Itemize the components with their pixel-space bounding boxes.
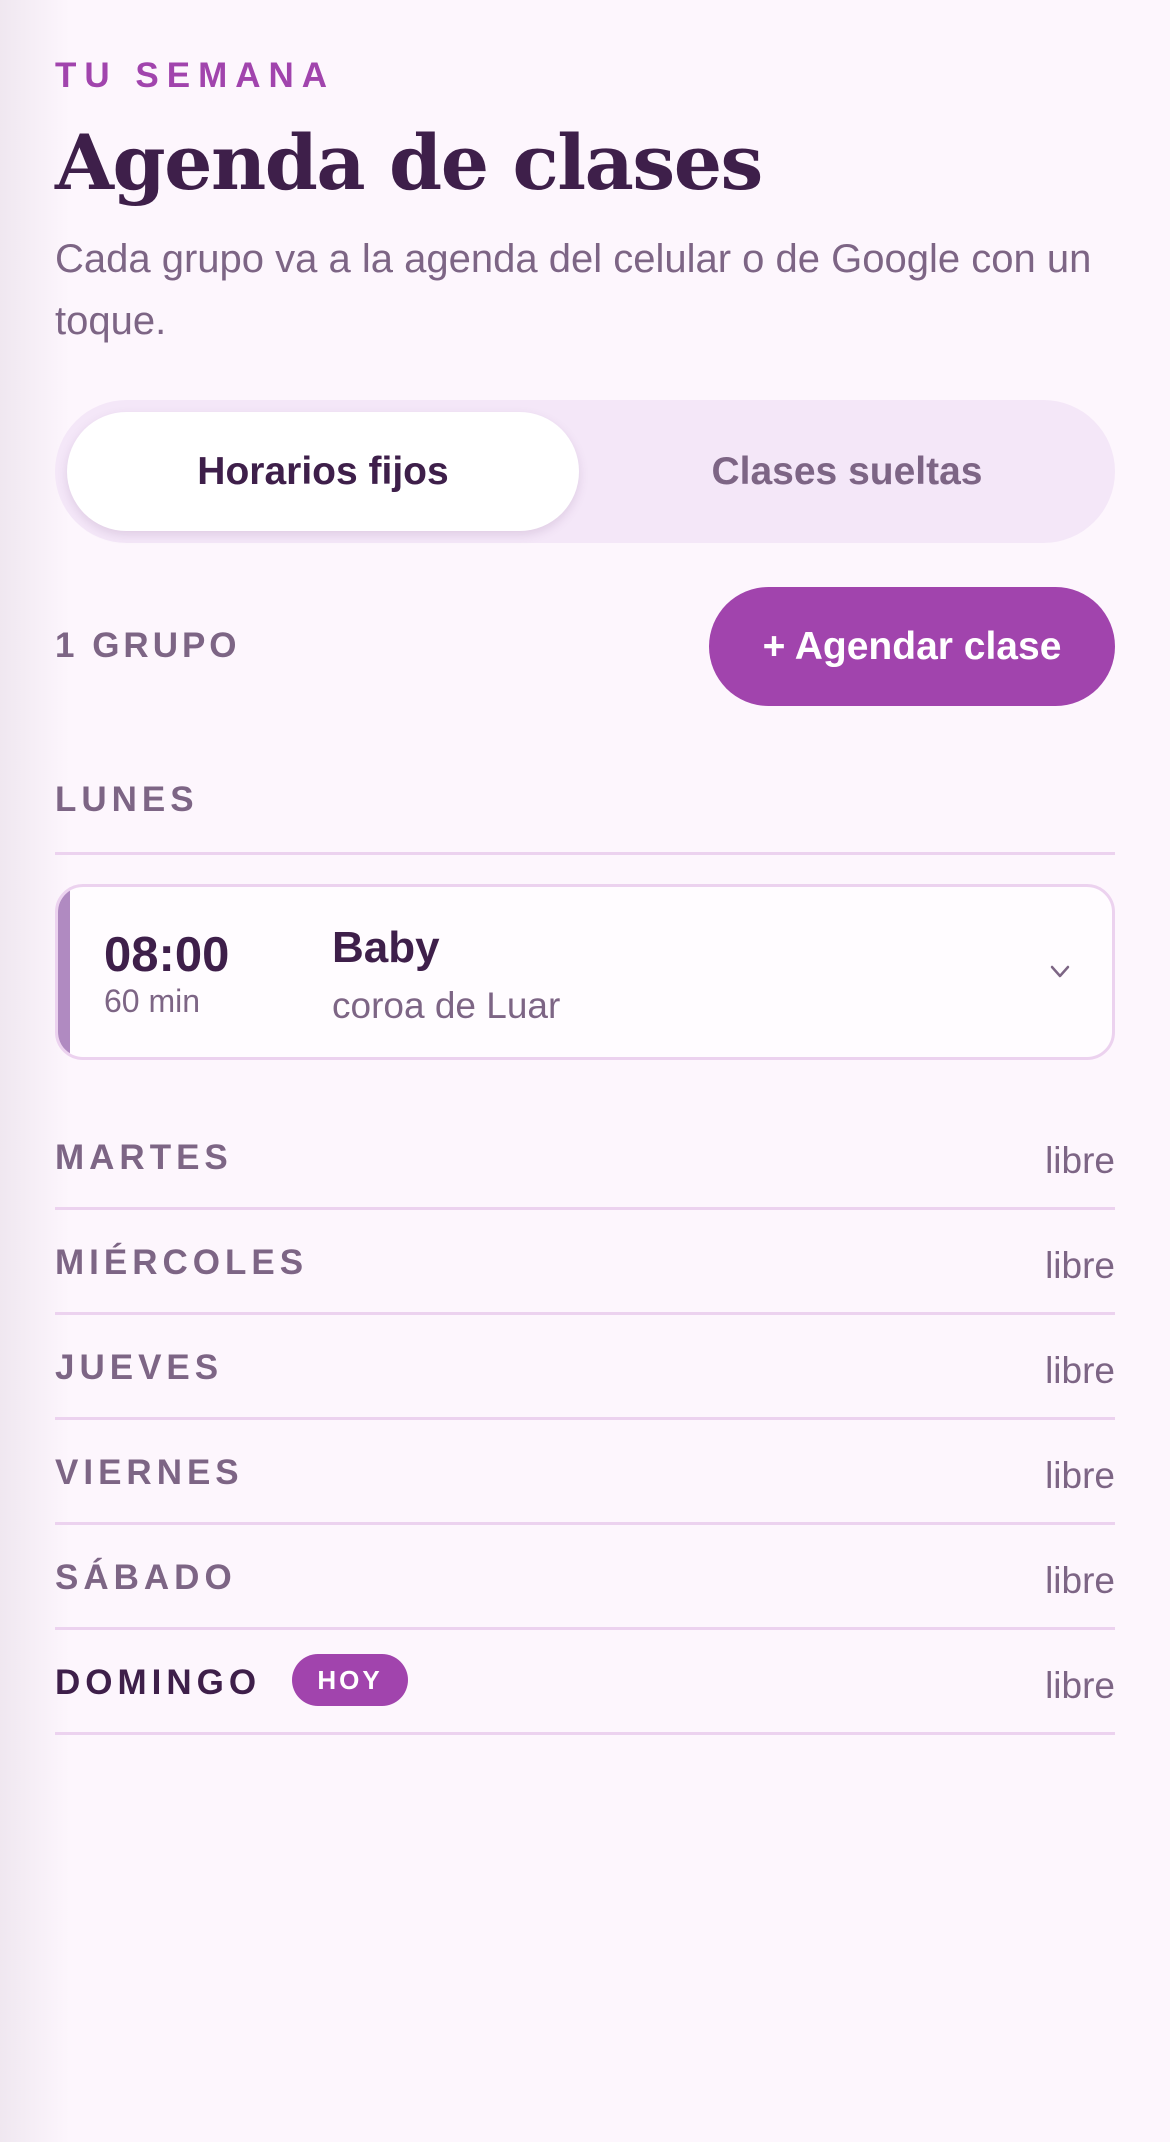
tab-horarios-fijos[interactable]: Horarios fijos bbox=[67, 412, 579, 531]
day-header-lunes: LUNES bbox=[55, 780, 1115, 855]
day-name: SÁBADO bbox=[55, 1558, 237, 1597]
day-row-jueves[interactable]: JUEVES libre bbox=[55, 1312, 1115, 1420]
day-status: libre bbox=[1045, 1140, 1115, 1181]
tab-clases-sueltas[interactable]: Clases sueltas bbox=[591, 412, 1103, 531]
day-name: MIÉRCOLES bbox=[55, 1243, 309, 1282]
card-accent-bar bbox=[58, 887, 70, 1057]
class-name: Baby bbox=[332, 923, 440, 972]
page-subtitle: Cada grupo va a la agenda del celular o … bbox=[55, 237, 1092, 343]
day-status: libre bbox=[1045, 1560, 1115, 1601]
day-status: libre bbox=[1045, 1455, 1115, 1496]
class-duration: 60 min bbox=[104, 983, 201, 1019]
day-row-domingo[interactable]: DOMINGO HOY libre bbox=[55, 1627, 1115, 1735]
day-name: MARTES bbox=[55, 1138, 233, 1177]
schedule-type-toggle: Horarios fijos Clases sueltas bbox=[55, 400, 1115, 543]
day-row-martes[interactable]: MARTES libre bbox=[55, 1102, 1115, 1210]
class-time: 08:00 bbox=[104, 928, 230, 982]
group-count: 1 GRUPO bbox=[55, 626, 241, 665]
day-status: libre bbox=[1045, 1245, 1115, 1286]
day-status: libre bbox=[1045, 1350, 1115, 1391]
day-name: VIERNES bbox=[55, 1453, 244, 1492]
page-eyebrow: TU SEMANA bbox=[55, 56, 336, 95]
add-class-button[interactable]: + Agendar clase bbox=[709, 587, 1115, 706]
day-row-viernes[interactable]: VIERNES libre bbox=[55, 1417, 1115, 1525]
class-subtitle: coroa de Luar bbox=[332, 985, 561, 1026]
day-row-sabado[interactable]: SÁBADO libre bbox=[55, 1522, 1115, 1630]
day-name: DOMINGO bbox=[55, 1663, 262, 1702]
day-status: libre bbox=[1045, 1665, 1115, 1706]
today-badge: HOY bbox=[292, 1654, 408, 1706]
day-name: LUNES bbox=[55, 780, 199, 819]
page-title: Agenda de clases bbox=[55, 118, 763, 207]
day-name: JUEVES bbox=[55, 1348, 224, 1387]
chevron-down-icon[interactable] bbox=[1046, 957, 1074, 985]
day-row-miercoles[interactable]: MIÉRCOLES libre bbox=[55, 1207, 1115, 1315]
class-card[interactable]: 08:00 60 min Baby coroa de Luar bbox=[55, 884, 1115, 1060]
